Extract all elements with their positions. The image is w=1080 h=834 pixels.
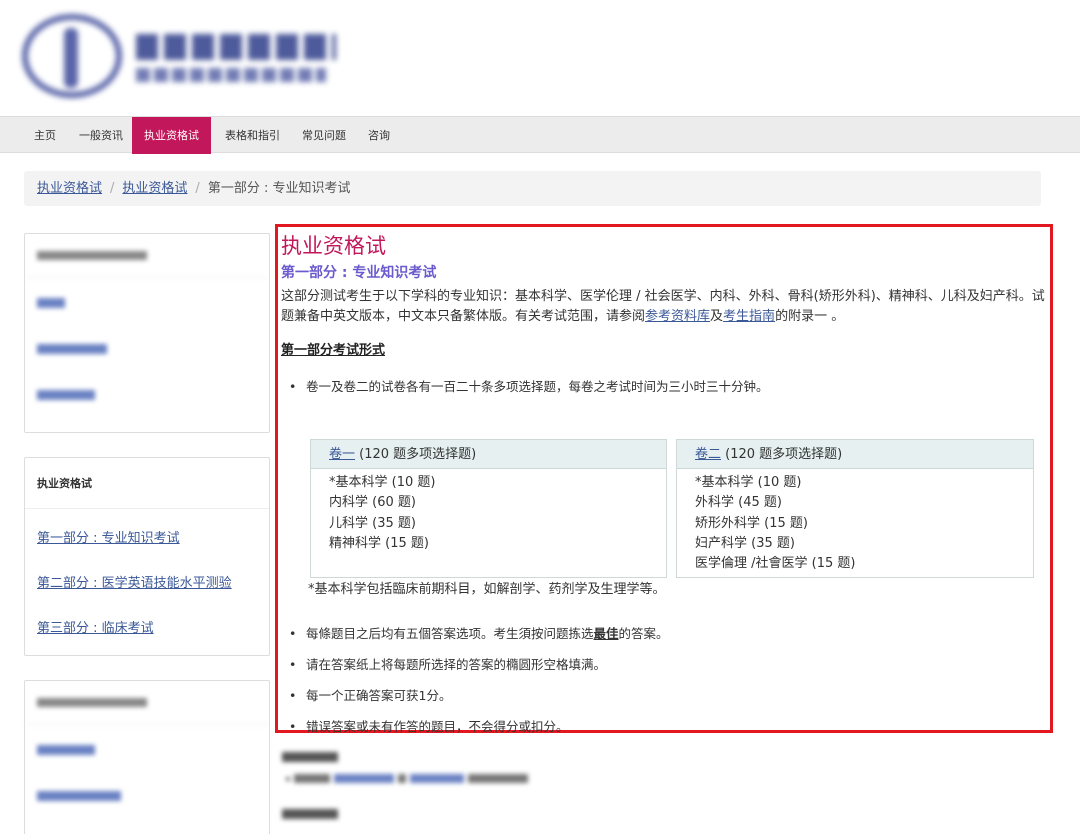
sidebar-link-part3[interactable]: 第三部分 : 临床考试 [25, 617, 269, 636]
exam-rules-list: 每條题目之后均有五個答案选项。考生須按问题拣选最佳的答案。 请在答案纸上将每题所… [281, 624, 1041, 737]
basic-science-footnote: *基本科学包括臨床前期科目，如解剖学、药剂学及生理学等。 [308, 582, 666, 597]
list-item: 精神科学 (15 题) [329, 535, 429, 551]
paper-2-subjects: *基本科学 (10 题) 外科学 (45 题) 矫形外科学 (15 题) 妇产科… [677, 469, 1033, 578]
sidebar-box-3-heading [25, 681, 269, 725]
breadcrumb: 执业资格试 / 执业资格试 / 第一部分 : 专业知识考试 [24, 171, 1041, 206]
sidebar-box-exam-heading: 执业资格试 [25, 458, 269, 509]
sidebar-blurred-link[interactable] [37, 791, 121, 801]
list-item: 每條题目之后均有五個答案选项。考生須按问题拣选最佳的答案。 [281, 624, 1041, 644]
exam-format-heading: 第一部分考试形式 [281, 343, 386, 358]
list-item: *基本科学 (10 题) [329, 475, 436, 490]
list-item: 内科学 (60 题) [329, 495, 416, 511]
sidebar-blurred-link[interactable] [37, 298, 65, 308]
sidebar-link-part2[interactable]: 第二部分 : 医学英语技能水平测验 [25, 572, 269, 591]
list-item: 医学倫理 /社會医学 (15 题) [695, 556, 856, 572]
page-subtitle: 第一部分 : 专业知识考试 [281, 265, 437, 281]
sidebar-blurred-link[interactable] [37, 390, 95, 400]
sidebar-box-exam: 执业资格试 第一部分 : 专业知识考试 第二部分 : 医学英语技能水平测验 第三… [24, 457, 270, 656]
reference-library-link[interactable]: 参考资料库 [645, 309, 710, 324]
blurred-following-content [282, 740, 1042, 819]
page-title: 执业资格试 [281, 234, 386, 258]
list-item: 请在答案纸上将每题所选择的答案的橢圆形空格填满。 [281, 655, 1041, 675]
site-logo[interactable] [18, 10, 348, 100]
paper-2-link[interactable]: 卷二 [695, 447, 721, 462]
list-item: 矫形外科学 (15 题) [695, 515, 808, 531]
sidebar-blurred-link[interactable] [37, 745, 95, 755]
list-item: 卷一及卷二的试卷各有一百二十条多项选择题，每卷之考试时间为三小时三十分钟。 [281, 377, 1046, 397]
main-content-highlighted: 执业资格试 第一部分 : 专业知识考试 这部分测试考生于以下学科的专业知识：基本… [275, 224, 1053, 737]
paper-1-table: 卷一 (120 题多项选择题) *基本科学 (10 题) 内科学 (60 题) … [310, 439, 667, 578]
paper-2-table: 卷二 (120 题多项选择题) *基本科学 (10 题) 外科学 (45 题) … [676, 439, 1034, 578]
nav-item-licensing-exam[interactable]: 执业资格试 [132, 117, 211, 154]
nav-item-home[interactable]: 主页 [22, 117, 68, 154]
list-item: 错误答案或未有作答的题目，不会得分或扣分。 [281, 717, 1041, 737]
sidebar-blurred-link[interactable] [37, 344, 107, 354]
nav-item-general-info[interactable]: 一般资讯 [67, 117, 135, 154]
paper-1-subjects: *基本科学 (10 题) 内科学 (60 题) 儿科学 (35 题) 精神科学 … [311, 469, 666, 558]
sidebar-box-3 [24, 680, 270, 834]
logo-wordmark [136, 34, 336, 82]
list-item: 儿科学 (35 题) [329, 515, 416, 531]
paper-2-header: 卷二 (120 题多项选择题) [677, 440, 1033, 469]
sidebar-box-1-heading [25, 234, 269, 278]
list-item: 每一个正确答案可获1分。 [281, 686, 1041, 706]
list-item: *基本科学 (10 题) [695, 475, 802, 490]
list-item: 妇产科学 (35 题) [695, 535, 795, 551]
sidebar-box-1 [24, 233, 270, 433]
logo-emblem-icon [22, 14, 122, 98]
breadcrumb-link-1[interactable]: 执业资格试 [37, 181, 102, 196]
main-nav: 主页 一般资讯 执业资格试 表格和指引 常见问题 咨询 [0, 116, 1080, 154]
breadcrumb-link-2[interactable]: 执业资格试 [122, 181, 187, 196]
nav-item-faq[interactable]: 常见问题 [290, 117, 358, 154]
nav-item-forms-guides[interactable]: 表格和指引 [213, 117, 292, 154]
sidebar-link-part1[interactable]: 第一部分 : 专业知识考试 [25, 527, 269, 546]
nav-item-enquiry[interactable]: 咨询 [356, 117, 402, 154]
breadcrumb-current: 第一部分 : 专业知识考试 [207, 181, 351, 196]
intro-paragraph: 这部分测试考生于以下学科的专业知识：基本科学、医学伦理 / 社会医学、内科、外科… [281, 289, 1045, 324]
paper-1-link[interactable]: 卷一 [329, 447, 355, 462]
candidate-guide-link[interactable]: 考生指南 [723, 309, 775, 324]
list-item: 外科学 (45 题) [695, 495, 782, 511]
paper-1-header: 卷一 (120 题多项选择题) [311, 440, 666, 469]
